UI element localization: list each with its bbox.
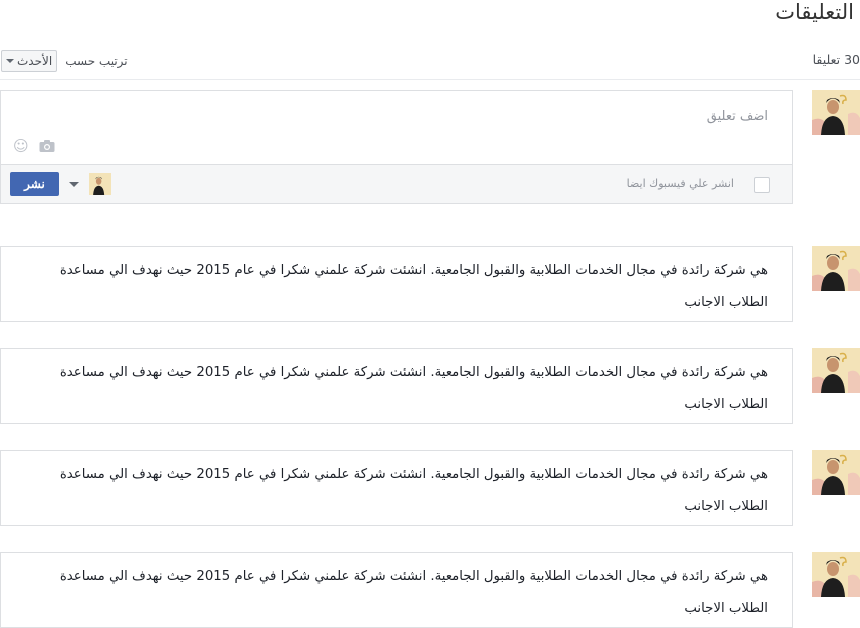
camera-icon[interactable]	[39, 139, 55, 156]
comments-toolbar: 30 تعليقا ترتيب حسب الأحدث	[0, 45, 860, 80]
composer-footer: انشر علي فيسبوك ايضا نشر	[1, 164, 792, 203]
chevron-down-icon	[6, 59, 14, 63]
identity-avatar[interactable]	[89, 173, 111, 195]
avatar	[812, 90, 860, 135]
comment-input[interactable]: اضف تعليق	[707, 109, 768, 124]
composer-icons: ☺	[13, 139, 55, 156]
comment-text: هي شركة رائدة في مجال الخدمات الطلابية و…	[59, 569, 768, 616]
post-to-facebook-label: انشر علي فيسبوك ايضا	[626, 177, 734, 190]
comment-item: هي شركة رائدة في مجال الخدمات الطلابية و…	[0, 246, 793, 322]
sort-control: ترتيب حسب الأحدث	[1, 50, 128, 72]
avatar	[812, 246, 860, 291]
emoji-icon[interactable]: ☺	[13, 139, 29, 156]
post-controls: نشر	[10, 172, 111, 196]
comment-composer: اضف تعليق ☺ انشر علي فيسبوك ايضا نشر	[0, 90, 793, 204]
comment-item: هي شركة رائدة في مجال الخدمات الطلابية و…	[0, 450, 793, 526]
dropdown-caret-icon[interactable]	[69, 181, 79, 187]
sort-select[interactable]: الأحدث	[1, 50, 58, 72]
comment-text: هي شركة رائدة في مجال الخدمات الطلابية و…	[59, 365, 768, 412]
comment-item: هي شركة رائدة في مجال الخدمات الطلابية و…	[0, 348, 793, 424]
sort-label: ترتيب حسب	[65, 54, 128, 68]
comment-count: 30 تعليقا	[812, 52, 860, 67]
comment-item: هي شركة رائدة في مجال الخدمات الطلابية و…	[0, 552, 793, 628]
sort-value: الأحدث	[17, 54, 53, 68]
comment-text: هي شركة رائدة في مجال الخدمات الطلابية و…	[59, 467, 768, 514]
comment-text: هي شركة رائدة في مجال الخدمات الطلابية و…	[59, 263, 768, 310]
avatar	[812, 450, 860, 495]
avatar	[812, 552, 860, 597]
post-to-facebook-checkbox[interactable]	[754, 177, 770, 193]
page-title: التعليقات	[775, 0, 854, 24]
avatar	[812, 348, 860, 393]
post-button[interactable]: نشر	[10, 172, 59, 196]
